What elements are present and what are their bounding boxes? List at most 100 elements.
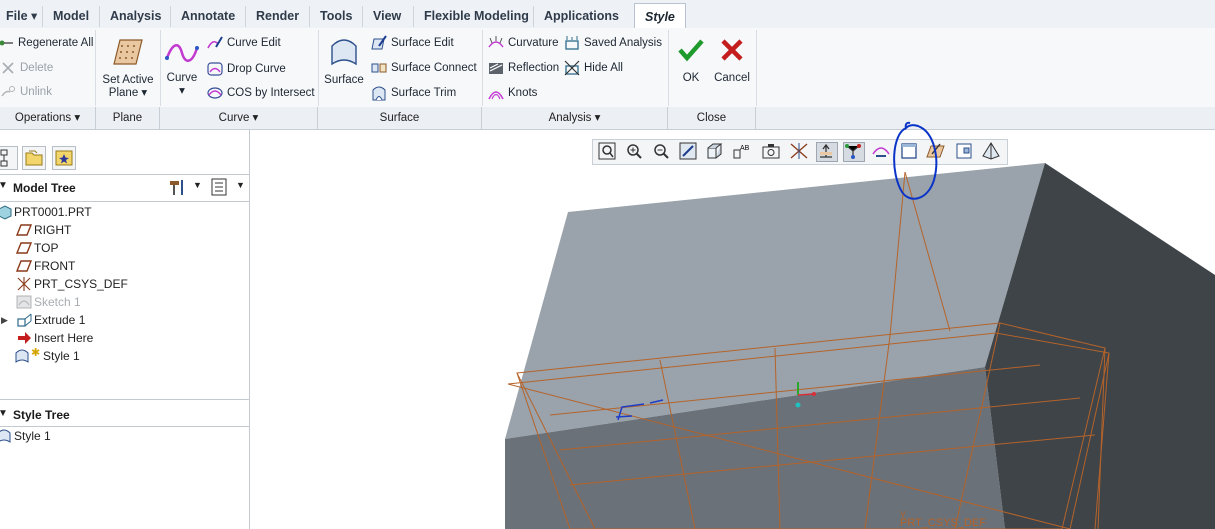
unlink-button[interactable]: Unlink	[0, 84, 52, 100]
shaded-cube-icon	[707, 143, 723, 159]
tab-view[interactable]: View	[362, 6, 411, 27]
tab-flexible-modeling[interactable]: Flexible Modeling	[413, 6, 539, 27]
tree-item-label: Style 1	[43, 349, 80, 363]
expand-arrow-icon[interactable]: ▶	[1, 311, 8, 329]
tab-analysis[interactable]: Analysis	[99, 6, 171, 27]
four-views-icon	[956, 143, 972, 159]
group-analysis[interactable]: Analysis ▾	[482, 107, 668, 129]
tree-item-label: PRT0001.PRT	[14, 205, 92, 219]
show-options-dropdown-icon[interactable]: ▼	[236, 180, 245, 190]
surface-connect-button[interactable]: Surface Connect	[371, 60, 477, 76]
tab-style[interactable]: Style	[634, 3, 686, 29]
set-active-plane-button[interactable]: Set Active Plane ▾	[100, 36, 156, 100]
surface-connect-icon	[371, 63, 387, 73]
collapse-model-tree-arrow[interactable]: ▼	[0, 180, 8, 191]
cancel-button[interactable]: Cancel	[711, 38, 753, 84]
divider	[0, 201, 249, 202]
show-options-button[interactable]	[209, 177, 231, 200]
curve-button[interactable]: Curve ▾	[164, 40, 200, 98]
hide-all-button[interactable]: Hide All	[564, 60, 623, 76]
csys-axis-label: Y	[900, 510, 906, 520]
hide-all-icon	[564, 60, 580, 76]
curve-edit-label: Curve Edit	[227, 37, 281, 49]
ribbon-tab-bar: File ▾ Model Analysis Annotate Render To…	[0, 0, 1215, 29]
favorites-tab[interactable]	[52, 146, 76, 170]
tab-annotate[interactable]: Annotate	[170, 6, 245, 27]
tree-item-label: PRT_CSYS_DEF	[34, 277, 128, 291]
perspective-view-button[interactable]	[981, 142, 1003, 162]
curvature-label: Curvature	[508, 37, 559, 49]
knots-button[interactable]: Knots	[488, 85, 537, 101]
view-normal-icon	[820, 143, 832, 158]
regenerate-all-button[interactable]: Regenerate All	[0, 35, 93, 51]
saved-orientations-button[interactable]	[761, 142, 783, 162]
group-curve[interactable]: Curve ▾	[160, 107, 318, 129]
set-active-plane-label-1: Set Active	[102, 74, 154, 86]
tab-applications[interactable]: Applications	[533, 6, 629, 27]
zoom-in-icon	[627, 144, 642, 159]
curve-edit-button[interactable]: Curve Edit	[207, 35, 281, 51]
unlink-label: Unlink	[20, 86, 52, 98]
surface-edit-button[interactable]: Surface Edit	[371, 35, 454, 51]
tree-item-label: Sketch 1	[34, 295, 81, 309]
view-normal-button[interactable]	[816, 142, 838, 162]
surface-button[interactable]: Surface	[322, 36, 366, 86]
collapse-style-tree-arrow[interactable]: ▼	[0, 408, 8, 419]
four-views-button[interactable]	[954, 142, 976, 162]
group-operations[interactable]: Operations ▾	[0, 107, 96, 129]
tree-settings-button[interactable]	[167, 177, 189, 200]
graphics-toolbar: AB	[592, 139, 1008, 165]
delete-button[interactable]: Delete	[0, 60, 53, 76]
group-separator	[318, 30, 319, 106]
plane-display-button[interactable]	[843, 142, 865, 162]
display-style-button[interactable]	[705, 142, 727, 162]
saved-analysis-button[interactable]: Saved Analysis	[564, 35, 662, 51]
style-feature-icon	[15, 349, 29, 363]
repaint-button[interactable]	[678, 142, 700, 162]
surface-trim-button[interactable]: Surface Trim	[371, 85, 456, 101]
tab-file[interactable]: File ▾	[0, 6, 47, 27]
folder-icon	[25, 150, 43, 166]
divider	[0, 174, 249, 175]
refit-button[interactable]	[597, 142, 619, 162]
tree-settings-dropdown-icon[interactable]: ▼	[193, 180, 202, 190]
tab-tools[interactable]: Tools	[309, 6, 362, 27]
surface-icon	[331, 39, 357, 66]
group-separator	[756, 30, 757, 106]
divider	[0, 399, 249, 400]
ok-button[interactable]: OK	[673, 38, 709, 84]
svg-text:AB: AB	[740, 145, 750, 152]
group-analysis-label: Analysis	[548, 112, 592, 124]
drop-curve-label: Drop Curve	[227, 63, 286, 75]
surface-edit-icon	[371, 35, 387, 50]
tab-model[interactable]: Model	[42, 6, 99, 27]
knots-label: Knots	[508, 87, 538, 99]
zoom-out-button[interactable]	[651, 142, 673, 162]
repaint-icon	[679, 142, 697, 160]
model-tree-tab[interactable]	[0, 146, 18, 170]
zoom-out-icon	[654, 144, 669, 159]
cos-by-intersect-button[interactable]: COS by Intersect	[207, 85, 315, 101]
tree-item-label: TOP	[34, 241, 59, 255]
curvature-icon	[488, 36, 504, 48]
cos-intersect-icon	[207, 87, 223, 99]
regenerate-icon	[0, 40, 13, 46]
tab-render[interactable]: Render	[245, 6, 309, 27]
sketch-icon	[16, 295, 32, 309]
reflection-button[interactable]: Reflection	[488, 60, 559, 76]
group-separator	[160, 30, 161, 106]
insert-arrow-icon	[18, 332, 31, 344]
graphics-viewport[interactable]: PRT_CSYS_DEF Y	[250, 130, 1215, 529]
list-options-icon	[211, 178, 227, 196]
surface-edit-label: Surface Edit	[391, 37, 454, 49]
delete-label: Delete	[20, 62, 54, 74]
folder-browser-tab[interactable]	[22, 146, 46, 170]
tree-item-label: Extrude 1	[34, 313, 86, 327]
reflection-label: Reflection	[508, 62, 560, 74]
datum-display-button[interactable]	[789, 142, 811, 162]
hide-all-label: Hide All	[584, 62, 623, 74]
drop-curve-button[interactable]: Drop Curve	[207, 61, 286, 77]
curvature-button[interactable]: Curvature	[488, 35, 559, 51]
zoom-in-button[interactable]	[624, 142, 646, 162]
annotation-display-button[interactable]: AB	[732, 142, 754, 162]
